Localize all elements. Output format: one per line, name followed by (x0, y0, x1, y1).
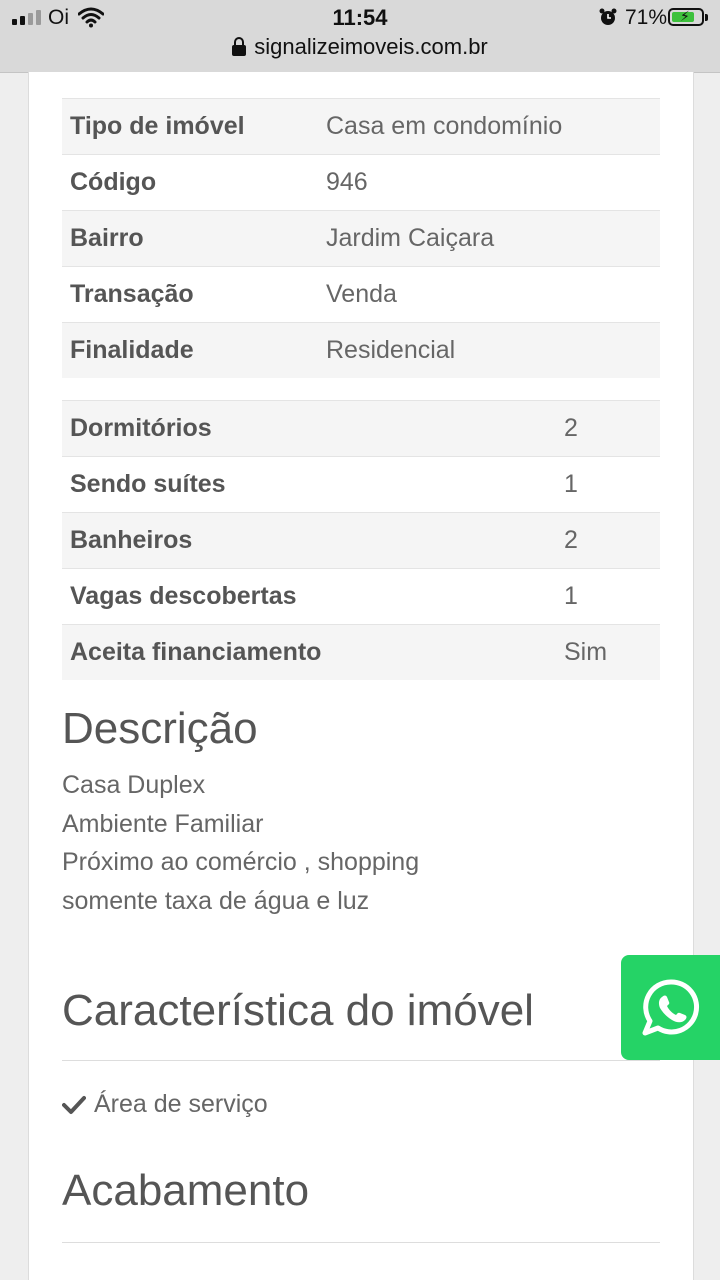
table-row: Tipo de imóvel Casa em condomínio (62, 98, 660, 155)
browser-top-bar: Oi 11:54 71% ⚡ signalizeimoveis.com.br (0, 0, 720, 73)
room-value: 1 (556, 568, 660, 625)
whatsapp-button[interactable] (621, 955, 720, 1060)
whatsapp-icon (642, 978, 699, 1035)
description-line: Casa Duplex (62, 771, 206, 799)
room-label: Vagas descobertas (62, 568, 556, 625)
room-label: Dormitórios (62, 400, 556, 457)
alarm-icon (599, 8, 617, 25)
room-value: Sim (556, 624, 660, 680)
divider (62, 1060, 660, 1061)
property-rooms-table: Dormitórios 2 Sendo suítes 1 Banheiros 2 Va… (62, 400, 660, 680)
detail-label: Transação (62, 266, 318, 323)
detail-label: Finalidade (62, 322, 318, 378)
description-line: Próximo ao comércio , shopping (62, 848, 420, 876)
room-value: 2 (556, 400, 660, 457)
detail-value: 946 (318, 154, 660, 211)
url-text: signalizeimoveis.com.br (254, 34, 488, 59)
table-row: Banheiros 2 (62, 512, 660, 569)
url-bar[interactable]: signalizeimoveis.com.br (0, 34, 720, 60)
table-row: Dormitórios 2 (62, 400, 660, 457)
divider (62, 1242, 660, 1243)
feature-item: Área de serviço (62, 1090, 268, 1119)
feature-label: Área de serviço (94, 1090, 268, 1118)
table-row: Vagas descobertas 1 (62, 568, 660, 625)
table-row: Código 946 (62, 154, 660, 211)
features-heading: Característica do imóvel (62, 986, 534, 1035)
detail-label: Tipo de imóvel (62, 98, 318, 155)
detail-value: Jardim Caiçara (318, 210, 660, 267)
room-value: 2 (556, 512, 660, 569)
table-row: Sendo suítes 1 (62, 456, 660, 513)
description-heading: Descrição (62, 704, 258, 753)
lock-icon (232, 37, 247, 56)
detail-value: Venda (318, 266, 660, 323)
description-line: somente taxa de água e luz (62, 886, 370, 915)
detail-label: Bairro (62, 210, 318, 267)
property-content: Tipo de imóvel Casa em condomínio Código 9… (28, 72, 694, 1280)
check-icon (62, 1095, 86, 1114)
room-label: Sendo suítes (62, 456, 556, 513)
detail-value: Residencial (318, 322, 660, 378)
description-text: Casa Duplex Ambiente Familiar Próximo ao… (62, 766, 419, 920)
room-value: 1 (556, 456, 660, 513)
finishing-heading: Acabamento (62, 1166, 310, 1215)
room-label: Banheiros (62, 512, 556, 569)
table-row: Finalidade Residencial (62, 322, 660, 378)
table-row: Bairro Jardim Caiçara (62, 210, 660, 267)
detail-label: Código (62, 154, 318, 211)
status-bar: Oi 11:54 71% ⚡ (0, 0, 720, 36)
property-details-table: Tipo de imóvel Casa em condomínio Código 9… (62, 98, 660, 378)
room-label: Aceita financiamento (62, 624, 556, 680)
battery-percent: 71% (625, 6, 668, 29)
table-row: Aceita financiamento Sim (62, 624, 660, 680)
detail-value: Casa em condomínio (318, 98, 660, 155)
battery-icon: ⚡ (668, 8, 708, 26)
table-row: Transação Venda (62, 266, 660, 323)
description-line: Ambiente Familiar (62, 809, 264, 838)
